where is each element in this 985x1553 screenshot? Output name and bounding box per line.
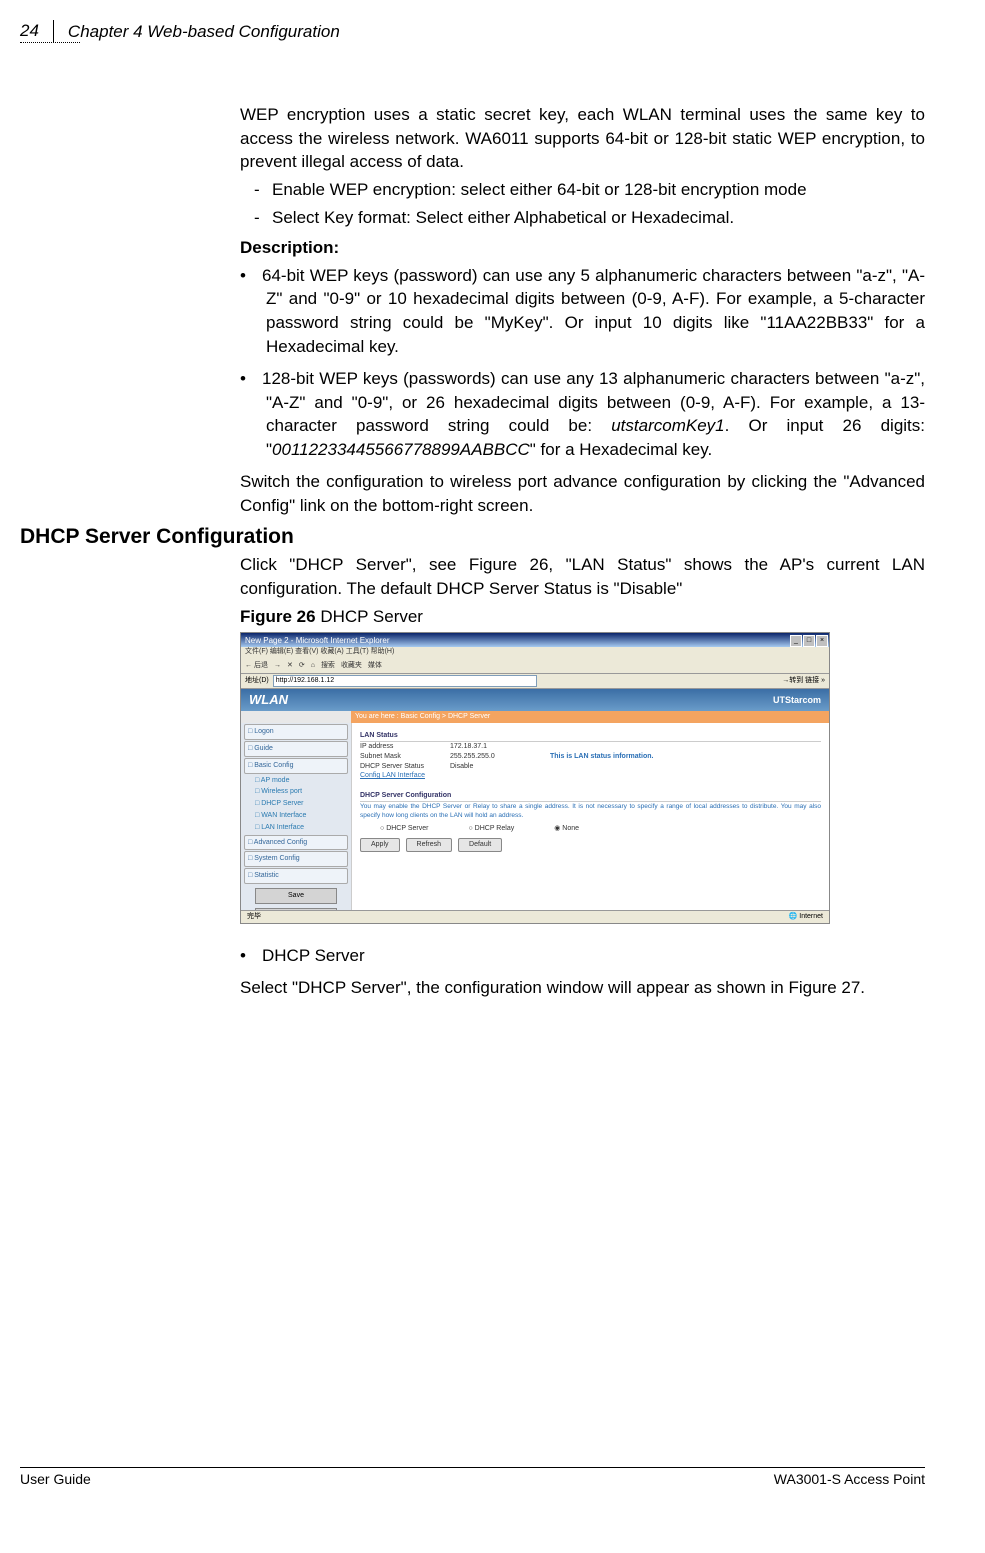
close-icon[interactable]: × <box>816 635 828 647</box>
breadcrumb: You are here : Basic Config > DHCP Serve… <box>351 711 829 723</box>
config-lan-link[interactable]: Config LAN Interface <box>360 771 450 781</box>
bullet-dhcp-server-text: DHCP Server <box>262 946 365 965</box>
address-input[interactable]: http://192.168.1.12 <box>273 675 537 687</box>
nav-logon-label: Logon <box>254 728 273 735</box>
status-right: 🌐 Internet <box>789 912 823 922</box>
utstarcom-logo: UTStarcom <box>773 694 829 707</box>
dash-item-1: -Enable WEP encryption: select either 64… <box>276 178 925 202</box>
ie-statusbar: 完毕 🌐 Internet <box>241 910 829 923</box>
radio-none-label: None <box>562 825 579 832</box>
figure-caption: Figure 26 DHCP Server <box>240 605 925 629</box>
nav-wireless-port[interactable]: □ Wireless port <box>241 786 351 798</box>
figure-26-screenshot: New Page 2 - Microsoft Internet Explorer… <box>240 632 830 924</box>
radio-dhcp-relay-label: DHCP Relay <box>475 825 515 832</box>
apply-button[interactable]: Apply <box>360 838 400 852</box>
dhcp-status-label: DHCP Server Status <box>360 762 450 772</box>
ip-value: 172.18.37.1 <box>450 742 550 752</box>
address-label: 地址(D) <box>245 676 269 686</box>
window-buttons: _□× <box>790 634 829 647</box>
maximize-icon[interactable]: □ <box>803 635 815 647</box>
dhcp-section-heading: DHCP Server Configuration <box>20 522 925 551</box>
stop-icon[interactable]: ✕ <box>287 661 293 671</box>
nav-advanced-config-label: Advanced Config <box>254 839 307 846</box>
dash-item-1-text: Enable WEP encryption: select either 64-… <box>272 180 807 199</box>
footer-right: WA3001-S Access Point <box>774 1470 925 1490</box>
nav-statistic[interactable]: □ Statistic <box>244 868 348 884</box>
select-dhcp-paragraph: Select "DHCP Server", the configuration … <box>240 976 925 1000</box>
forward-icon[interactable]: → <box>274 661 281 671</box>
nav-system-config[interactable]: □ System Config <box>244 851 348 867</box>
window-title: New Page 2 - Microsoft Internet Explorer <box>245 635 390 646</box>
nav-ap-mode[interactable]: □ AP mode <box>241 775 351 787</box>
nav-wireless-port-label: Wireless port <box>261 788 302 795</box>
back-button[interactable]: ← 后退 <box>245 661 268 671</box>
bullet-64bit: •64-bit WEP keys (password) can use any … <box>266 264 925 359</box>
figure-caption-text: DHCP Server <box>316 607 423 626</box>
left-nav: □ Logon □ Guide □ Basic Config □ AP mode… <box>241 723 352 923</box>
wep-intro-paragraph: WEP encryption uses a static secret key,… <box>240 103 925 174</box>
nav-dhcp-server[interactable]: □ DHCP Server <box>241 798 351 810</box>
dhcp-hint: You may enable the DHCP Server or Relay … <box>360 802 821 820</box>
dhcp-intro-paragraph: Click "DHCP Server", see Figure 26, "LAN… <box>240 553 925 601</box>
nav-statistic-label: Statistic <box>254 872 279 879</box>
page-footer: User Guide WA3001-S Access Point <box>20 1467 925 1490</box>
ie-addressbar: 地址(D) http://192.168.1.12 →转到 链接 » <box>241 674 829 689</box>
lan-note: This is LAN status information. <box>550 752 653 762</box>
nav-system-config-label: System Config <box>254 855 300 862</box>
nav-wan-interface[interactable]: □ WAN Interface <box>241 810 351 822</box>
ie-toolbar: ← 后退 → ✕ ⟳ ⌂ 搜索 收藏夹 媒体 <box>241 659 829 674</box>
save-button[interactable]: Save <box>255 888 337 904</box>
nav-lan-interface[interactable]: □ LAN Interface <box>241 822 351 834</box>
dhcp-conf-title: DHCP Server Configuration <box>360 791 821 802</box>
bullet-128bit-it1: utstarcomKey1 <box>611 416 724 435</box>
nav-dhcp-server-label: DHCP Server <box>261 800 303 807</box>
nav-wan-interface-label: WAN Interface <box>261 812 306 819</box>
nav-basic-config-label: Basic Config <box>254 762 293 769</box>
description-heading: Description: <box>240 236 925 260</box>
figure-caption-number: Figure 26 <box>240 607 316 626</box>
bullet-128bit: •128-bit WEP keys (passwords) can use an… <box>266 367 925 462</box>
wlan-banner: WLAN UTStarcom <box>241 689 829 711</box>
page-number: 24 <box>20 20 54 42</box>
home-icon[interactable]: ⌂ <box>311 661 315 671</box>
nav-lan-interface-label: LAN Interface <box>261 824 304 831</box>
nav-guide-label: Guide <box>254 745 273 752</box>
radio-dhcp-server[interactable]: ○ DHCP Server <box>380 824 428 834</box>
ie-menubar: 文件(F) 编辑(E) 查看(V) 收藏(A) 工具(T) 帮助(H) <box>241 647 829 659</box>
subnet-value: 255.255.255.0 <box>450 752 550 762</box>
bullet-dhcp-server: •DHCP Server <box>266 944 925 968</box>
chapter-title: Chapter 4 Web-based Configuration <box>54 20 340 44</box>
content-pane: LAN Status IP address 172.18.37.1 Subnet… <box>352 723 829 923</box>
radio-none[interactable]: ◉ None <box>554 824 579 834</box>
nav-guide[interactable]: □ Guide <box>244 741 348 757</box>
ip-label: IP address <box>360 742 450 752</box>
nav-advanced-config[interactable]: □ Advanced Config <box>244 835 348 851</box>
refresh-icon[interactable]: ⟳ <box>299 661 305 671</box>
dash-item-2: -Select Key format: Select either Alphab… <box>276 206 925 230</box>
ie-titlebar: New Page 2 - Microsoft Internet Explorer… <box>241 633 829 647</box>
bullet-128bit-post: " for a Hexadecimal key. <box>530 440 712 459</box>
radio-dhcp-server-label: DHCP Server <box>386 825 428 832</box>
status-left: 完毕 <box>247 912 261 922</box>
nav-logon[interactable]: □ Logon <box>244 724 348 740</box>
dhcp-status-value: Disable <box>450 762 550 772</box>
bullet-64bit-text: 64-bit WEP keys (password) can use any 5… <box>262 266 925 356</box>
search-button[interactable]: 搜索 <box>321 661 335 671</box>
wlan-brand: WLAN <box>249 691 288 709</box>
nav-basic-config[interactable]: □ Basic Config <box>244 758 348 774</box>
refresh-button[interactable]: Refresh <box>406 838 453 852</box>
media-button[interactable]: 媒体 <box>368 661 382 671</box>
lan-status-title: LAN Status <box>360 731 821 742</box>
switch-config-paragraph: Switch the configuration to wireless por… <box>240 470 925 518</box>
nav-ap-mode-label: AP mode <box>261 777 290 784</box>
footer-left: User Guide <box>20 1470 91 1490</box>
minimize-icon[interactable]: _ <box>790 635 802 647</box>
goto-links[interactable]: →转到 链接 » <box>782 676 829 686</box>
radio-dhcp-relay[interactable]: ○ DHCP Relay <box>468 824 514 834</box>
bullet-128bit-it2: 00112233445566778899AABBCC <box>272 440 530 459</box>
subnet-label: Subnet Mask <box>360 752 450 762</box>
default-button[interactable]: Default <box>458 838 502 852</box>
dash-item-2-text: Select Key format: Select either Alphabe… <box>272 208 734 227</box>
favorites-button[interactable]: 收藏夹 <box>341 661 362 671</box>
